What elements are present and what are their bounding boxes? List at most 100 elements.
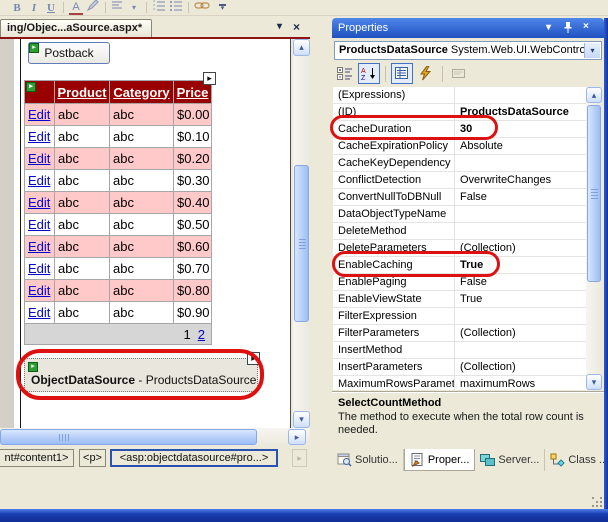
property-name: InsertParameters <box>333 359 455 375</box>
property-row[interactable]: InsertMethod <box>333 342 586 359</box>
underline-icon[interactable]: U <box>44 2 58 14</box>
edit-link[interactable]: Edit <box>28 305 50 320</box>
edit-link[interactable]: Edit <box>28 239 50 254</box>
tag-nav-p-button[interactable]: <p> <box>79 449 106 467</box>
product-cell: abc <box>54 235 110 258</box>
product-cell: abc <box>54 213 110 236</box>
property-row[interactable]: FilterExpression <box>333 308 586 325</box>
price-cell: $0.30 <box>173 169 212 192</box>
align-dropdown-icon[interactable]: ▾ <box>127 3 141 12</box>
property-name: EnablePaging <box>333 274 455 290</box>
close-icon[interactable]: × <box>583 21 589 32</box>
property-row[interactable]: CacheExpirationPolicy Absolute <box>333 138 586 155</box>
properties-object-dropdown[interactable]: ProductsDataSource System.Web.UI.WebCont… <box>334 41 602 60</box>
categorized-icon[interactable] <box>334 63 356 84</box>
tag-nav-content-button[interactable]: nt#content1> <box>0 449 74 467</box>
italic-icon[interactable]: I <box>27 2 41 14</box>
edit-link[interactable]: Edit <box>28 173 50 188</box>
property-name: InsertMethod <box>333 342 455 358</box>
objectdatasource-control[interactable]: ▸ ObjectDataSource - ProductsDataSource <box>24 358 258 392</box>
gridview-smart-tag-button[interactable]: ▸ <box>203 72 216 85</box>
toolbar-separator <box>385 65 386 82</box>
property-value <box>455 223 586 239</box>
category-cell: abc <box>109 103 174 126</box>
edit-link[interactable]: Edit <box>28 261 50 276</box>
pager-page-2-link[interactable]: 2 <box>198 327 205 342</box>
window-position-chevron-icon[interactable]: ▾ <box>546 22 551 33</box>
edit-link[interactable]: Edit <box>28 151 50 166</box>
property-row[interactable]: ConvertNullToDBNull False <box>333 189 586 206</box>
scroll-up-button[interactable]: ▴ <box>293 39 310 56</box>
property-row[interactable]: DeleteMethod <box>333 223 586 240</box>
product-cell: abc <box>54 301 110 324</box>
property-value: (Collection) <box>460 361 516 373</box>
solution-explorer-icon <box>337 453 352 467</box>
edit-link[interactable]: Edit <box>28 107 50 122</box>
document-tab[interactable]: ing/Objec...aSource.aspx* <box>0 19 152 37</box>
edit-link[interactable]: Edit <box>28 129 50 144</box>
edit-link[interactable]: Edit <box>28 283 50 298</box>
description-property-name: SelectCountMethod <box>338 397 442 409</box>
tab-list-chevron-icon[interactable]: ▾ <box>277 21 282 32</box>
resize-grip[interactable] <box>592 497 603 508</box>
objectdatasource-smart-tag-button[interactable]: ▸ <box>247 352 260 365</box>
scroll-down-button[interactable]: ▾ <box>293 411 310 428</box>
property-row[interactable]: CacheKeyDependency <box>333 155 586 172</box>
align-icon[interactable] <box>111 0 124 17</box>
property-value: maximumRows <box>460 378 536 390</box>
property-row[interactable]: EnableViewState True <box>333 291 586 308</box>
highlight-icon[interactable] <box>86 0 100 17</box>
properties-vertical-scrollbar[interactable]: ▴ ▾ <box>586 87 602 390</box>
events-lightning-icon[interactable] <box>415 63 437 84</box>
scroll-thumb[interactable] <box>587 105 601 282</box>
scroll-right-button[interactable]: ▸ <box>288 429 306 445</box>
tab-class-view[interactable]: Class ... <box>545 449 608 471</box>
property-row[interactable]: (ID) ProductsDataSource <box>333 104 586 121</box>
dropdown-chevron-icon[interactable]: ▾ <box>584 43 600 58</box>
hyperlink-icon[interactable] <box>194 0 210 17</box>
col-header-category[interactable]: Category <box>109 80 174 104</box>
property-row[interactable]: ConflictDetection OverwriteChanges <box>333 172 586 189</box>
edit-link[interactable]: Edit <box>28 217 50 232</box>
property-name: DeleteMethod <box>333 223 455 239</box>
object-type: System.Web.UI.WebControl <box>450 44 589 56</box>
postback-button[interactable]: Postback <box>28 42 110 64</box>
tab-close-icon[interactable]: × <box>293 20 300 34</box>
property-row[interactable]: EnablePaging False <box>333 274 586 291</box>
bullet-list-icon[interactable] <box>169 0 183 17</box>
property-value: OverwriteChanges <box>460 174 552 186</box>
property-name: EnableViewState <box>333 291 455 307</box>
product-cell: abc <box>54 103 110 126</box>
tab-server-explorer[interactable]: Server... <box>475 449 546 471</box>
scroll-thumb[interactable] <box>0 429 257 445</box>
alphabetical-sort-icon[interactable]: AZ <box>358 63 380 84</box>
property-row[interactable]: DataObjectTypeName <box>333 206 586 223</box>
font-color-icon[interactable]: A <box>69 1 83 15</box>
tag-nav-objectdatasource-button[interactable]: <asp:objectdatasource#pro...> <box>110 449 278 467</box>
property-row[interactable]: CacheDuration 30 <box>333 121 586 138</box>
table-row: Edit abc abc $0.00 <box>24 103 212 126</box>
property-row[interactable]: DeleteParameters (Collection) <box>333 240 586 257</box>
tab-solution-explorer[interactable]: Solutio... <box>332 449 404 471</box>
designer-vertical-scrollbar[interactable]: ▴ ▾ <box>293 39 310 428</box>
bold-icon[interactable]: B <box>10 2 24 14</box>
properties-title-bar[interactable]: Properties ▾ × <box>332 18 604 38</box>
property-row[interactable]: MaximumRowsParamet maximumRows <box>333 376 586 390</box>
tab-properties[interactable]: Proper... <box>403 449 476 471</box>
toolbar-overflow-icon[interactable]: ▾ <box>219 4 226 12</box>
edit-link[interactable]: Edit <box>28 195 50 210</box>
designer-horizontal-scrollbar[interactable]: ▸ <box>0 428 310 446</box>
scroll-down-button[interactable]: ▾ <box>586 374 602 390</box>
scroll-thumb[interactable] <box>294 165 309 322</box>
property-value: False <box>460 191 487 203</box>
property-row[interactable]: FilterParameters (Collection) <box>333 325 586 342</box>
scroll-up-button[interactable]: ▴ <box>586 87 602 103</box>
product-cell: abc <box>54 169 110 192</box>
property-row[interactable]: InsertParameters (Collection) <box>333 359 586 376</box>
properties-view-icon[interactable] <box>391 63 413 84</box>
property-row[interactable]: EnableCaching True <box>333 257 586 274</box>
auto-hide-pin-icon[interactable] <box>564 22 572 37</box>
col-header-product[interactable]: Product <box>54 80 110 104</box>
property-row[interactable]: (Expressions) <box>333 87 586 104</box>
numbered-list-icon[interactable] <box>152 0 166 17</box>
